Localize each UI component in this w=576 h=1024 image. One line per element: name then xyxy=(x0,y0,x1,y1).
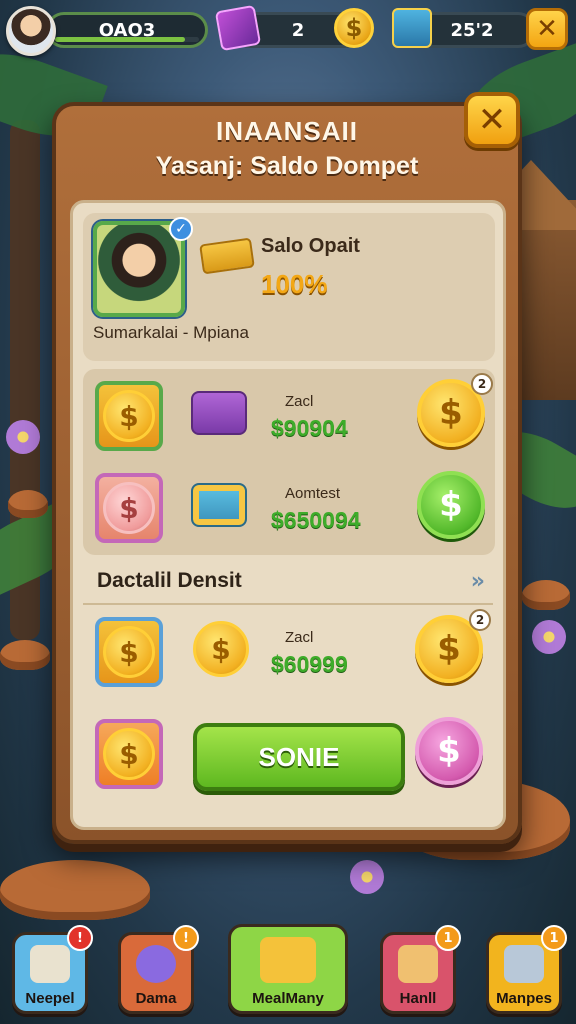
transaction-group: $ Zacl $90904 $ 2 $ Aomtest $650094 $ xyxy=(83,369,495,555)
confirm-button[interactable]: SONIE xyxy=(193,723,405,791)
gold-chest-icon xyxy=(260,937,316,983)
nav-label: Hanll xyxy=(399,990,437,1007)
detail-row[interactable]: $ $ Zacl $60999 $ 2 xyxy=(83,609,493,701)
balance-value: 100% xyxy=(261,269,328,299)
divider xyxy=(83,603,493,605)
row-label: Aomtest xyxy=(285,485,341,502)
coin-slot: $ xyxy=(95,473,163,543)
nav-label: Manpes xyxy=(496,990,552,1007)
nav-item-hanll[interactable]: Hanll 1 xyxy=(380,925,461,1014)
bottom-nav: Neepel ! Dama ! MealMany Hanll 1 Manpes … xyxy=(0,912,576,1024)
dollar-coin-icon: $ xyxy=(103,626,155,678)
scroll-icon xyxy=(398,945,438,983)
nav-item-dama[interactable]: Dama ! xyxy=(118,925,199,1014)
deposit-coin-button[interactable]: $ xyxy=(417,471,485,539)
row-amount: $650094 xyxy=(271,507,361,533)
profile-card: ✓ Salo Opait 100% Sumarkalai - Mpiana xyxy=(83,213,495,361)
flower xyxy=(350,860,384,894)
crossed-swords-icon xyxy=(136,945,176,983)
xp-bar: OAO3 xyxy=(46,12,208,48)
transaction-row[interactable]: $ Zacl $90904 $ 2 xyxy=(83,373,495,465)
coins-text: 25'2 xyxy=(450,19,494,41)
nav-item-mealmany[interactable]: MealMany xyxy=(228,924,348,1014)
cash-bundle-icon xyxy=(191,483,247,527)
box-icon xyxy=(30,945,70,983)
row-label: Zacl xyxy=(285,393,314,410)
section-title: Dactalil Densit xyxy=(97,569,242,592)
gems-text: 2 xyxy=(291,19,305,41)
notification-badge: ! xyxy=(173,925,199,951)
notification-badge: 1 xyxy=(435,925,461,951)
dollar-coin-icon: $ xyxy=(193,621,249,677)
top-hud: OAO3 2 $ 25'2 ✕ xyxy=(6,4,570,56)
forward-arrow-icon[interactable]: » xyxy=(471,569,485,594)
count-badge: 2 xyxy=(469,609,491,631)
row-amount: $60999 xyxy=(271,651,348,677)
xp-progress-fill xyxy=(55,37,185,42)
mushroom xyxy=(0,640,50,670)
nav-item-neepel[interactable]: Neepel ! xyxy=(12,925,93,1014)
count-badge: 2 xyxy=(471,373,493,395)
flower xyxy=(6,420,40,454)
dollar-coin-icon: $ xyxy=(103,390,155,442)
purple-chest-icon xyxy=(191,391,247,435)
mushroom xyxy=(522,580,570,610)
nav-label: MealMany xyxy=(252,990,324,1007)
dialog-subtitle: Yasanj: Saldo Dompet xyxy=(155,152,419,180)
profile-name: Sumarkalai - Mpiana xyxy=(93,323,249,342)
hud-close-button[interactable]: ✕ xyxy=(526,8,568,50)
coin-slot: $ xyxy=(95,381,163,451)
coin-slot: $ xyxy=(95,719,163,789)
wallet-dialog: INAANSAII Yasanj: Saldo Dompet ✕ ✓ Salo … xyxy=(52,92,522,844)
mushroom xyxy=(8,490,48,518)
cash-icon xyxy=(199,237,255,275)
row-label: Zacl xyxy=(285,629,314,646)
mushroom xyxy=(0,860,150,920)
coin-slot: $ xyxy=(95,617,163,687)
dialog-content: ✓ Salo Opait 100% Sumarkalai - Mpiana $ … xyxy=(70,200,506,830)
flower xyxy=(532,620,566,654)
nav-item-manpes[interactable]: Manpes 1 xyxy=(486,925,567,1014)
gem-icon xyxy=(214,4,262,52)
dialog-close-button[interactable]: ✕ xyxy=(464,92,520,148)
dollar-coin-icon: $ xyxy=(103,482,155,534)
verified-icon: ✓ xyxy=(169,217,193,241)
notification-badge: ! xyxy=(67,925,93,951)
nav-label: Dama xyxy=(135,990,177,1007)
xp-progress-track xyxy=(55,37,199,42)
transaction-row[interactable]: $ Aomtest $650094 $ xyxy=(83,467,495,557)
dollar-coin-icon: $ xyxy=(103,728,155,780)
row-amount: $90904 xyxy=(271,415,348,441)
nav-label: Neepel xyxy=(25,990,75,1007)
notification-badge: 1 xyxy=(541,925,567,951)
dialog-title: INAANSAII xyxy=(216,116,358,146)
pet-icon xyxy=(504,945,544,983)
magenta-coin-button[interactable]: $ xyxy=(415,717,483,785)
balance-label: Salo Opait xyxy=(261,235,360,257)
player-avatar[interactable] xyxy=(6,6,56,56)
coin-icon[interactable]: $ xyxy=(334,8,374,48)
chest-icon xyxy=(392,8,432,48)
